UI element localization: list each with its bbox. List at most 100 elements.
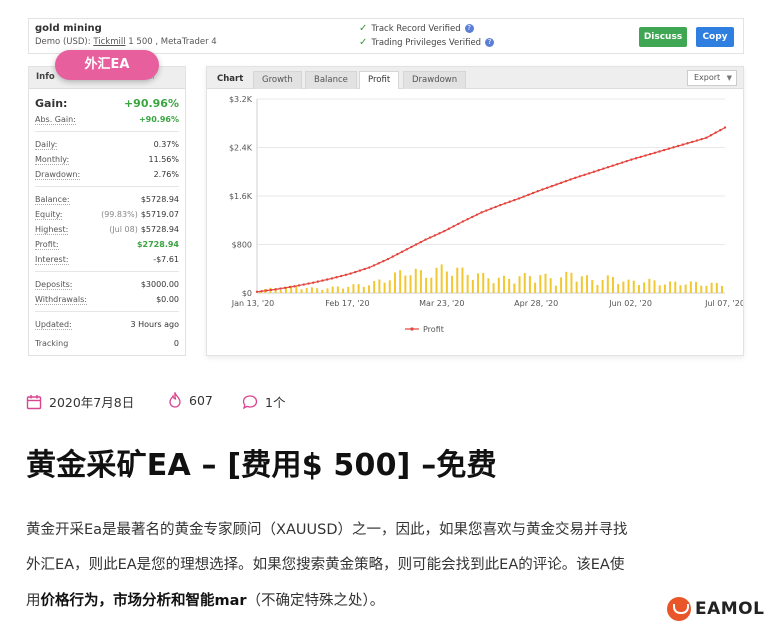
profit-point: [625, 159, 628, 163]
profit-bar: [305, 287, 308, 293]
tab-drawdown[interactable]: Drawdown: [403, 71, 467, 89]
profit-point: [391, 255, 394, 258]
tab-chart[interactable]: Chart: [209, 71, 251, 89]
profit-point: [578, 175, 582, 178]
profit-bar: [627, 279, 630, 293]
profit-bar: [373, 280, 376, 293]
profit-bar: [404, 275, 407, 293]
profit-point: [513, 198, 516, 202]
profit-point: [443, 229, 446, 233]
profit-bar: [700, 285, 703, 293]
profit-point: [344, 273, 348, 277]
site-logo[interactable]: EAMOL: [667, 596, 779, 622]
profit-bar: [679, 285, 682, 293]
copy-button[interactable]: Copy: [696, 27, 734, 47]
profit-point: [452, 225, 455, 228]
profit-point: [522, 195, 525, 198]
profit-bar: [435, 267, 438, 293]
tab-growth[interactable]: Growth: [253, 71, 302, 89]
profit-bar: [342, 288, 345, 293]
profit-point: [297, 284, 301, 287]
profit-bar: [456, 267, 459, 293]
profit-bar: [279, 290, 282, 293]
y-tick-label: $0: [242, 289, 252, 298]
broker-link[interactable]: Tickmill: [93, 37, 125, 47]
profit-bar: [508, 278, 511, 293]
tab-info[interactable]: Info: [36, 72, 55, 82]
profit-point: [602, 167, 605, 170]
profit-bar: [430, 277, 433, 293]
profit-bar: [461, 267, 464, 293]
account-name: gold mining: [35, 23, 102, 34]
profit-point: [517, 197, 521, 200]
profit-point: [255, 290, 259, 293]
discuss-button[interactable]: Discuss: [639, 27, 687, 47]
profit-point: [555, 183, 558, 186]
profit-point: [508, 200, 511, 203]
profit-bar: [539, 275, 542, 293]
profit-point: [592, 170, 596, 173]
post-comments[interactable]: 1个: [242, 392, 285, 411]
x-tick-label: Jan 13, '20: [231, 299, 275, 308]
updated-row: Updated: 3 Hours ago: [35, 320, 179, 330]
profit-row: Profit: $2728.94: [35, 240, 179, 250]
account-details: Demo (USD): Tickmill 1 500 , MetaTrader …: [35, 37, 217, 47]
profit-bar: [632, 280, 635, 293]
profit-bar: [487, 278, 490, 293]
profit-bar: [419, 270, 422, 293]
profit-point: [471, 215, 474, 219]
profit-point: [457, 222, 460, 226]
profit-bar: [622, 281, 625, 293]
profit-point: [723, 126, 727, 129]
profit-bar: [440, 264, 443, 293]
divider: [35, 271, 179, 272]
export-dropdown[interactable]: Export ▼: [687, 70, 737, 86]
bold-keywords: 价格行为，市场分析和智能mar: [40, 593, 247, 609]
deposits-row: Deposits: $3000.00: [35, 280, 179, 290]
profit-bar: [560, 277, 563, 293]
profit-point: [536, 189, 539, 193]
profit-point: [480, 211, 483, 214]
balance-row: Balance: $5728.94: [35, 195, 179, 205]
help-icon[interactable]: ?: [464, 24, 474, 33]
profit-point: [400, 250, 404, 253]
profit-point: [461, 220, 465, 223]
profit-point: [503, 202, 507, 205]
profit-bar: [451, 275, 454, 293]
profit-bar: [721, 285, 723, 293]
profit-point: [466, 217, 469, 221]
profit-bar: [316, 288, 319, 293]
forex-ea-badge[interactable]: 外汇EA: [55, 50, 159, 80]
profit-point: [489, 207, 493, 210]
profit-bar: [710, 282, 713, 293]
profit-bar: [534, 282, 537, 293]
profit-point: [260, 289, 263, 293]
profit-point: [335, 276, 338, 279]
article-paragraph-line-1: 黄金开采Ea是最著名的黄金专家顾问（XAUUSD）之一，因此，如果您喜欢与黄金交…: [26, 522, 628, 538]
profit-bar: [321, 289, 324, 293]
gain-label: Gain:: [35, 97, 68, 110]
profit-point: [354, 270, 357, 274]
comment-icon: [242, 394, 258, 409]
profit-point: [302, 283, 305, 286]
profit-point: [564, 179, 568, 183]
profit-point: [606, 166, 610, 169]
profit-point: [372, 264, 376, 267]
highest-row: Highest: (Jul 08) $5728.94: [35, 225, 179, 235]
divider: [35, 186, 179, 187]
y-tick-label: $3.2K: [229, 95, 253, 104]
profit-point: [330, 277, 334, 280]
chevron-down-icon: ▼: [726, 74, 732, 82]
profit-bar: [425, 277, 428, 293]
profit-point: [321, 279, 324, 282]
profit-point: [620, 161, 624, 164]
profit-point: [269, 288, 273, 292]
account-header: gold mining Demo (USD): Tickmill 1 500 ,…: [28, 18, 744, 54]
profit-bar: [477, 273, 480, 293]
help-icon[interactable]: ?: [485, 38, 495, 47]
tab-profit[interactable]: Profit: [359, 71, 400, 89]
article-paragraph-line-2: 外汇EA，则此EA是您的理想选择。如果您搜索黄金策略，则可能会找到此EA的评论。…: [26, 557, 625, 573]
tab-balance[interactable]: Balance: [305, 71, 357, 89]
profit-bar: [643, 282, 646, 293]
profit-point: [307, 282, 310, 285]
